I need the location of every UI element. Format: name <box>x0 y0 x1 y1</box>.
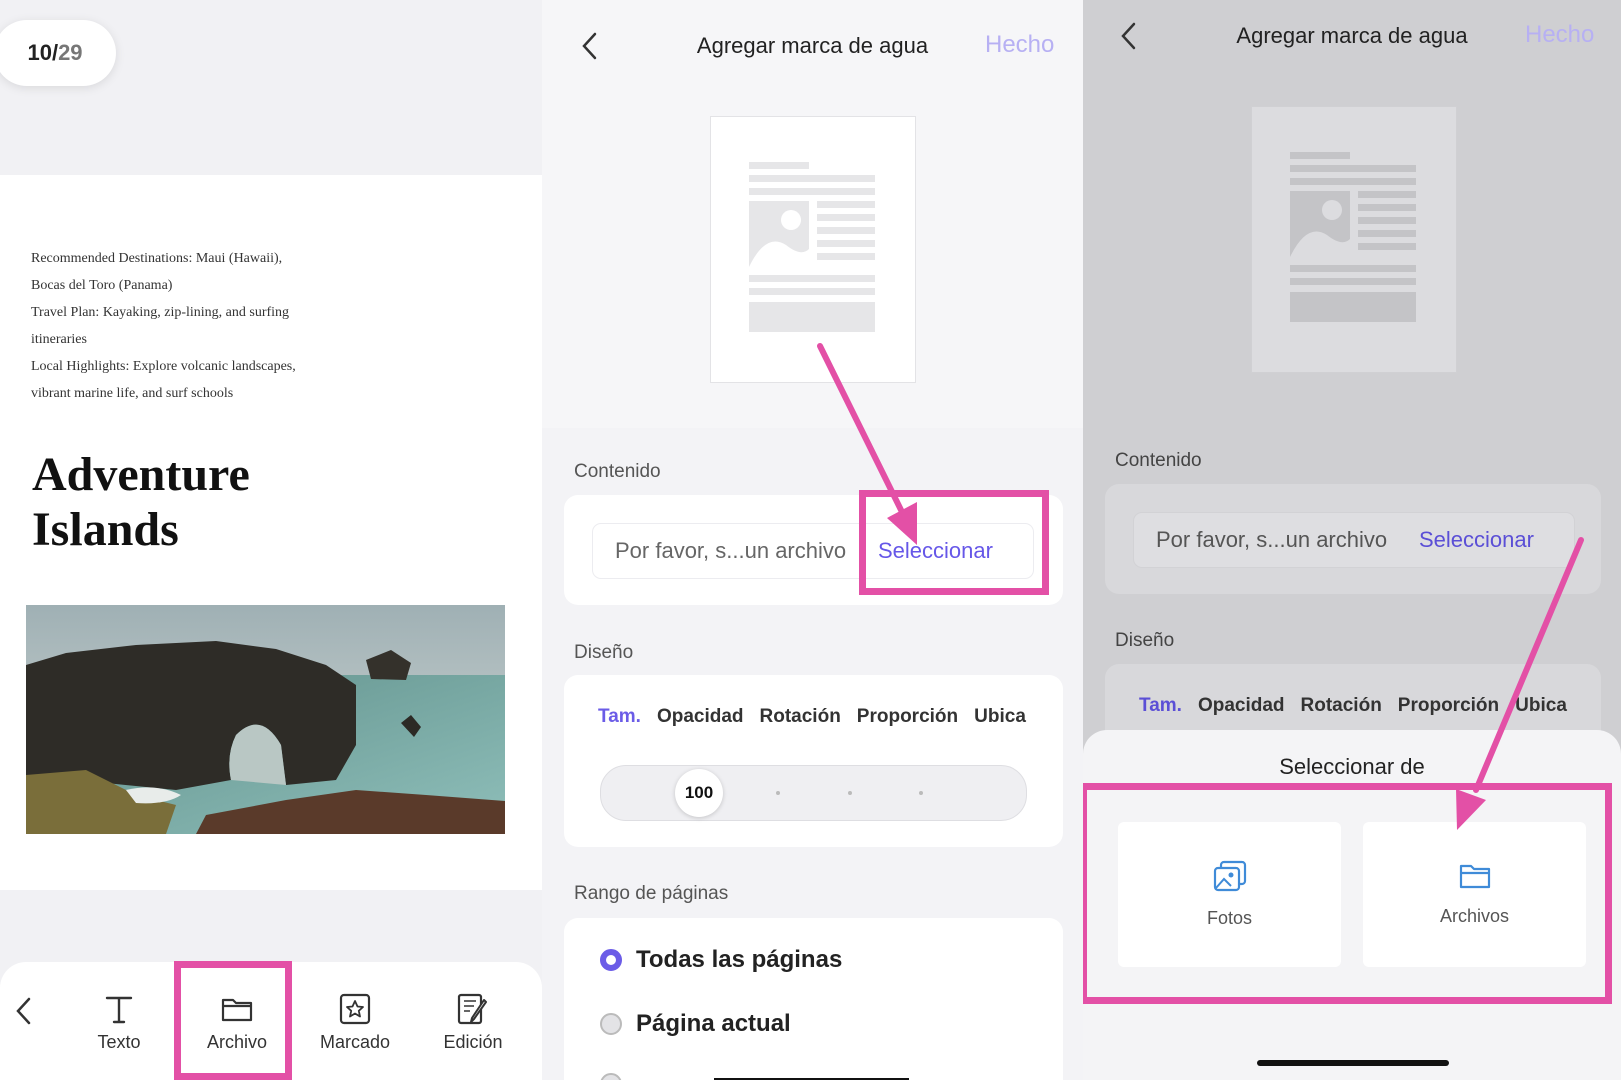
doc-line: vibrant marine life, and surf schools <box>31 386 234 401</box>
toolbar-text-label: Texto <box>97 1032 141 1052</box>
toolbar-edit-button[interactable]: Edición <box>418 992 528 1053</box>
highlight-file-button <box>174 961 292 1080</box>
heading-line-2: Islands <box>32 503 179 556</box>
doc-line: Recommended Destinations: Maui (Hawaii), <box>31 251 283 266</box>
heading-line-1: Adventure <box>32 448 250 501</box>
page-counter: 10 / 29 <box>0 20 116 86</box>
annotation-arrow <box>1456 537 1584 830</box>
watermark-panel: Agregar marca de agua Hecho Contenido Po… <box>542 0 1083 1080</box>
chevron-left-icon[interactable] <box>14 996 34 1026</box>
document-page: Recommended Destinations: Maui (Hawaii),… <box>0 175 542 890</box>
doc-line: Travel Plan: Kayaking, zip-lining, and s… <box>31 305 290 320</box>
edit-pencil-icon <box>457 993 487 1025</box>
annotation-arrow <box>817 343 917 545</box>
toolbar-mark-label: Marcado <box>319 1032 391 1052</box>
text-icon <box>105 996 133 1024</box>
doc-line: Local Highlights: Explore volcanic lands… <box>31 359 296 374</box>
toolbar-edit-label: Edición <box>443 1032 503 1052</box>
page-current: 10 <box>27 40 52 65</box>
toolbar-mark-button[interactable]: Marcado <box>300 992 410 1053</box>
document-heading: Adventure Islands <box>32 447 250 557</box>
page-total: 29 <box>58 40 83 65</box>
pdf-viewer-panel: 10 / 29 Recommended Destinations: Maui (… <box>0 0 542 1080</box>
source-picker-panel: Agregar marca de agua Hecho Contenido Po… <box>1083 0 1621 1080</box>
toolbar-text-button[interactable]: Texto <box>64 992 174 1053</box>
doc-line: itineraries <box>31 332 87 347</box>
sea-arch-photo <box>26 605 505 834</box>
stamp-star-icon <box>339 993 371 1025</box>
doc-line: Bocas del Toro (Panama) <box>31 278 173 293</box>
document-body-text: Recommended Destinations: Maui (Hawaii),… <box>31 245 351 407</box>
